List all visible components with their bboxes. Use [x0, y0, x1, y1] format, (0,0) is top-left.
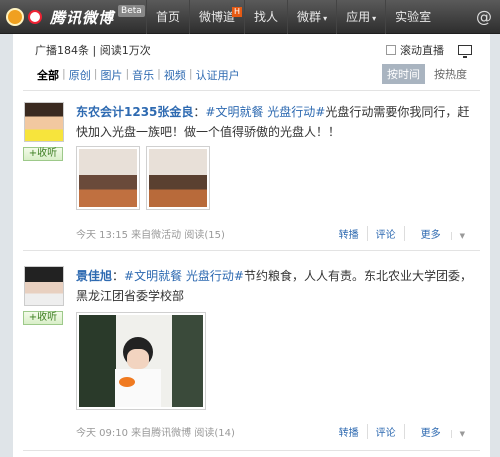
live-scroll-label: 滚动直播: [400, 44, 444, 57]
nav-apps[interactable]: 应用 ▾: [336, 0, 385, 34]
divider: [23, 450, 480, 451]
post-text: 景佳旭：#文明就餐 光盘行动#节约粮食，人人有责。东北农业大学团委，黑龙江团省委…: [76, 269, 472, 303]
filter-images[interactable]: 图片: [98, 67, 124, 83]
sort-by-hot[interactable]: 按热度: [429, 64, 472, 84]
nav-lab[interactable]: 实验室: [385, 0, 440, 34]
post-text: 东农会计1235张金良：#文明就餐 光盘行动#光盘行动需要你我同行，赶快加入光盘…: [76, 105, 470, 139]
filter-original[interactable]: 原创: [67, 67, 93, 83]
nav-groups[interactable]: 微群 ▾: [287, 0, 336, 34]
post-meta: 今天 13:15 来自微活动 阅读(15): [76, 230, 225, 241]
forward-button[interactable]: 转播: [331, 226, 367, 241]
filter-all[interactable]: 全部: [35, 67, 61, 83]
filter-tabs: 全部 | 原创 | 图片 | 音乐 | 视频 | 认证用户: [35, 67, 242, 83]
live-scroll-toggle: 滚动直播: [386, 42, 472, 58]
feed-panel: 广播184条 | 阅读1万次 滚动直播 全部 | 原创 | 图片 | 音乐 | 视频 | …: [13, 34, 490, 457]
main-nav: 首页 微博道 H 找人 微群 ▾ 应用 ▾ 实验室: [146, 0, 440, 34]
hashtag[interactable]: #文明就餐 光盘行动#: [205, 105, 325, 119]
mentions-icon[interactable]: @: [476, 7, 492, 26]
beta-badge: Beta: [118, 5, 145, 17]
nav-find-people[interactable]: 找人: [244, 0, 287, 34]
read-count: 阅读1万次: [99, 44, 151, 57]
filter-music[interactable]: 音乐: [130, 67, 156, 83]
post-actions: 转播 评论 更多 ▼: [331, 226, 481, 241]
post-actions: 转播 评论 更多 ▼: [331, 424, 481, 439]
avatar[interactable]: [24, 102, 64, 142]
more-button[interactable]: 更多 ▼: [403, 424, 481, 439]
monitor-icon[interactable]: [458, 45, 472, 58]
hot-badge: H: [232, 7, 243, 17]
chevron-down-icon: ▾: [372, 14, 377, 23]
logo-text: 腾讯微博: [50, 8, 115, 27]
chevron-down-icon: ▼: [450, 430, 473, 438]
separator: |: [92, 44, 97, 57]
post-image[interactable]: [146, 146, 210, 210]
feed-post: +收听 东农会计1235张金良：#文明就餐 光盘行动#光盘行动需要你我同行，赶快…: [21, 102, 483, 242]
follow-button[interactable]: +收听: [23, 311, 63, 325]
divider: [23, 90, 480, 91]
more-button[interactable]: 更多 ▼: [403, 226, 481, 241]
avatar[interactable]: [24, 266, 64, 306]
sort-tabs: 按时间 按热度: [382, 64, 472, 84]
broadcast-count: 广播184条: [35, 44, 89, 57]
follow-button[interactable]: +收听: [23, 147, 63, 161]
chevron-down-icon: ▼: [450, 232, 473, 240]
post-image[interactable]: [76, 312, 206, 410]
chevron-down-icon: ▾: [323, 14, 328, 23]
filter-verified[interactable]: 认证用户: [194, 67, 242, 83]
top-navigation-bar: 腾讯微博 Beta 首页 微博道 H 找人 微群 ▾ 应用 ▾ 实验室 @: [0, 0, 500, 34]
feed-post: +收听 景佳旭：#文明就餐 光盘行动#节约粮食，人人有责。东北农业大学团委，黑龙…: [21, 266, 483, 446]
stats-row: 广播184条 | 阅读1万次: [35, 42, 151, 58]
logo-icon: [4, 4, 48, 30]
live-scroll-checkbox[interactable]: [386, 45, 396, 55]
post-meta: 今天 09:10 来自腾讯微博 阅读(14): [76, 428, 235, 439]
tencent-weibo-logo[interactable]: 腾讯微博 Beta: [4, 3, 145, 31]
filter-video[interactable]: 视频: [162, 67, 188, 83]
author-name[interactable]: 东农会计1235张金良: [76, 105, 193, 119]
author-name[interactable]: 景佳旭: [76, 269, 112, 283]
sort-by-time[interactable]: 按时间: [382, 64, 425, 84]
hashtag[interactable]: #文明就餐 光盘行动#: [124, 269, 244, 283]
divider: [23, 250, 480, 251]
post-image[interactable]: [76, 146, 140, 210]
nav-weibodao[interactable]: 微博道 H: [189, 0, 244, 34]
comment-button[interactable]: 评论: [366, 424, 404, 439]
nav-home[interactable]: 首页: [146, 0, 189, 34]
comment-button[interactable]: 评论: [366, 226, 404, 241]
forward-button[interactable]: 转播: [331, 424, 367, 439]
